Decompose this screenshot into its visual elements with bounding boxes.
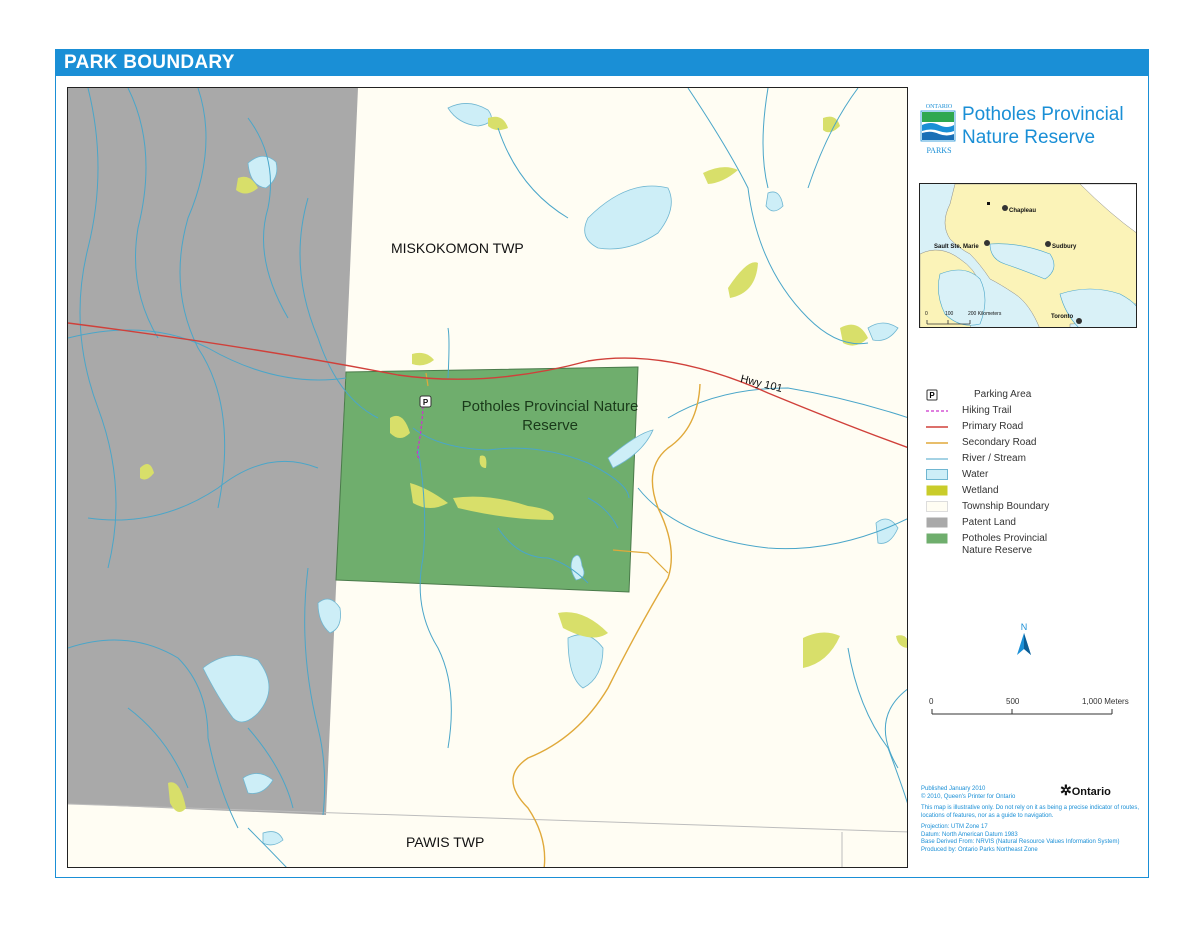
inset-city-label: Toronto: [1051, 314, 1074, 320]
scale-tick-label: 0: [929, 697, 934, 706]
secondary-road-icon: [926, 437, 952, 449]
wetland-area: [558, 612, 608, 638]
legend-item-township: Township Boundary: [926, 501, 1142, 517]
water-body: [447, 103, 492, 127]
svg-text:P: P: [423, 398, 429, 407]
map-canvas: P: [68, 88, 907, 867]
inset-city-label: Sault Ste. Marie: [934, 244, 979, 250]
inset-city-label: Chapleau: [1009, 208, 1037, 214]
datum-text: Datum: North American Datum 1983: [921, 831, 1018, 838]
water-icon: [926, 469, 952, 481]
legend-label: Hiking Trail: [962, 405, 1012, 416]
north-township-label: MISKOKOMON TWP: [391, 240, 524, 256]
legend-item-wetland: Wetland: [926, 485, 1142, 501]
legend-item-water: Water: [926, 469, 1142, 485]
wetland-area: [803, 632, 840, 668]
patent-land-area: [68, 88, 358, 815]
water-body: [262, 831, 284, 846]
svg-text:PARKS: PARKS: [926, 146, 951, 155]
legend-item-parking: P Parking Area: [926, 389, 1142, 405]
patent-land-icon: [926, 517, 952, 529]
parking-icon: P: [926, 389, 952, 401]
legend-item-river: River / Stream: [926, 453, 1142, 469]
city-marker: [984, 240, 990, 246]
legend-label: Wetland: [962, 485, 999, 496]
scale-tick-label: 500: [1006, 697, 1020, 706]
scale-tick-label: 1,000 Meters: [1082, 697, 1129, 706]
water-body: [584, 185, 672, 250]
page-title: PARK BOUNDARY: [55, 49, 1149, 76]
legend-item-hiking-trail: Hiking Trail: [926, 405, 1142, 421]
produced-text: Produced by: Ontario Parks Northeast Zon…: [921, 846, 1038, 853]
south-township-label: PAWIS TWP: [406, 834, 485, 850]
inset-city-label: Sudbury: [1052, 244, 1077, 250]
reserve-icon: [926, 533, 952, 545]
primary-road-icon: [926, 421, 952, 433]
legend-label: River / Stream: [962, 453, 1026, 464]
map-credits: Published January 2010 © 2010, Queen's Pr…: [921, 786, 1141, 858]
legend-label: Township Boundary: [962, 501, 1050, 512]
township-boundary-line: [68, 803, 907, 833]
legend-item-secondary-road: Secondary Road: [926, 437, 1142, 453]
park-label: Potholes Provincial Nature Reserve: [461, 398, 639, 434]
township-icon: [926, 501, 952, 513]
projection-text: Projection: UTM Zone 17: [921, 824, 988, 830]
inset-scale-tick: 100: [945, 311, 954, 317]
wetland-area: [896, 635, 907, 648]
park-title: Potholes Provincial Nature Reserve: [962, 104, 1124, 148]
svg-text:ONTARIO: ONTARIO: [926, 104, 953, 110]
inset-map[interactable]: Chapleau Sault Ste. Marie Sudbury Toront…: [919, 183, 1137, 328]
water-body: [567, 634, 604, 689]
water-body: [867, 322, 899, 341]
wetland-area: [840, 324, 868, 346]
hiking-trail-icon: [926, 405, 952, 417]
legend-label: Potholes Provincial Nature Reserve: [962, 533, 1048, 556]
legend-label: Parking Area: [974, 389, 1032, 400]
inset-scale-tick: 0: [925, 311, 928, 317]
water-body: [765, 191, 784, 212]
svg-text:N: N: [1021, 622, 1028, 632]
copyright-text: © 2010, Queen's Printer for Ontario: [921, 793, 1016, 800]
wetland-area: [728, 262, 758, 298]
inset-canvas: [920, 184, 1136, 327]
published-text: Published January 2010: [921, 786, 986, 792]
wetland-icon: [926, 485, 952, 497]
legend-item-primary-road: Primary Road: [926, 421, 1142, 437]
map-legend: P Parking Area Hiking Trail Primary Road…: [926, 389, 1142, 559]
city-marker: [1076, 318, 1082, 324]
wetland-area: [412, 352, 434, 366]
river-icon: [926, 453, 952, 465]
inset-park-marker: [987, 202, 990, 205]
ontario-parks-logo: ONTARIO PARKS: [919, 101, 959, 156]
city-marker: [1002, 205, 1008, 211]
north-arrow-icon: N: [1014, 622, 1034, 658]
legend-label: Water: [962, 469, 989, 480]
legend-label: Secondary Road: [962, 437, 1037, 448]
city-marker: [1045, 241, 1051, 247]
main-map[interactable]: P MISKOKOMON TWP PAWIS TWP Potholes Prov…: [67, 87, 908, 868]
svg-text:P: P: [929, 391, 935, 400]
legend-label: Patent Land: [962, 517, 1016, 528]
base-text: Base Derived From: NRVIS (Natural Resour…: [921, 839, 1120, 845]
legend-label: Primary Road: [962, 421, 1024, 432]
inset-scale-tick: 200 Kilometers: [968, 311, 1002, 317]
wetland-area: [703, 167, 738, 184]
disclaimer-text: This map is illustrative only. Do not re…: [921, 805, 1139, 819]
legend-item-patent-land: Patent Land: [926, 517, 1142, 533]
legend-item-reserve: Potholes Provincial Nature Reserve: [926, 533, 1142, 559]
scale-bar: 0 500 1,000 Meters: [928, 697, 1138, 721]
